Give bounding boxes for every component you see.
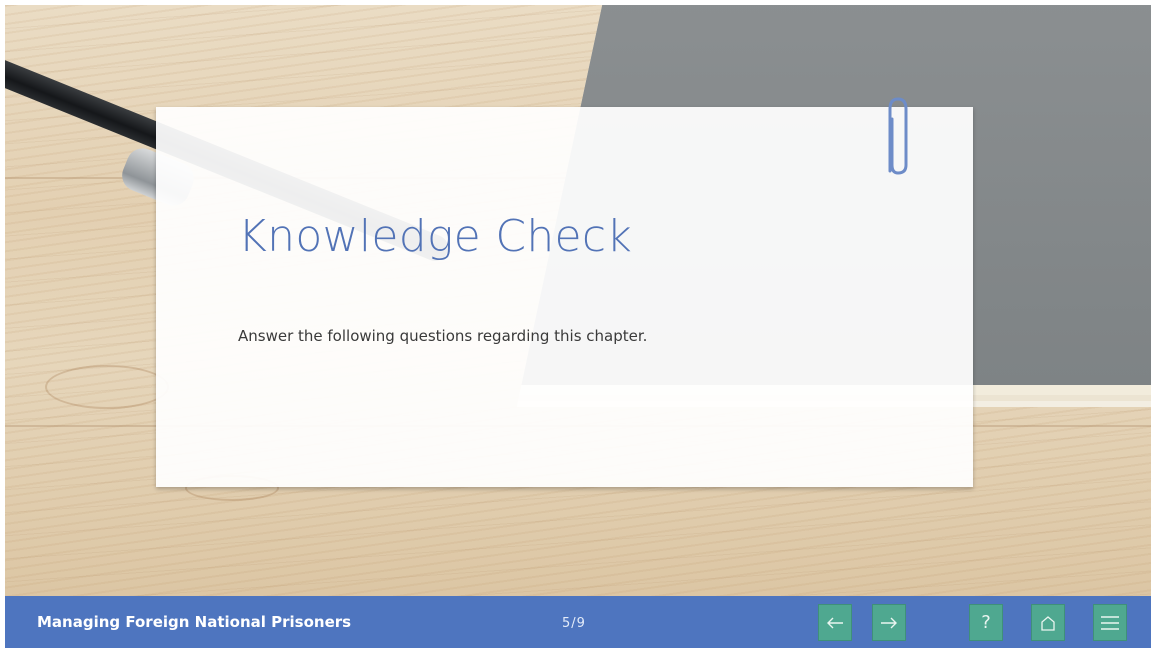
course-title: Managing Foreign National Prisoners: [37, 613, 352, 631]
home-button[interactable]: [1031, 604, 1065, 641]
next-button[interactable]: [872, 604, 906, 641]
slide-instructions: Answer the following questions regarding…: [238, 327, 648, 345]
hamburger-menu-icon: [1101, 615, 1119, 630]
menu-button[interactable]: [1093, 604, 1127, 641]
arrow-left-icon: [827, 617, 843, 628]
help-button[interactable]: ?: [969, 604, 1003, 641]
arrow-right-icon: [881, 617, 897, 628]
paperclip-icon: [888, 97, 908, 175]
question-mark-icon: ?: [981, 612, 991, 633]
slide-title: Knowledge Check: [238, 211, 633, 262]
previous-button[interactable]: [818, 604, 852, 641]
page-indicator: 5/9: [562, 616, 586, 631]
wood-knot: [45, 365, 169, 409]
player-footer-bar: Managing Foreign National Prisoners 5/9 …: [5, 596, 1151, 648]
home-icon: [1041, 615, 1055, 631]
content-card: Knowledge Check Answer the following que…: [156, 97, 973, 487]
